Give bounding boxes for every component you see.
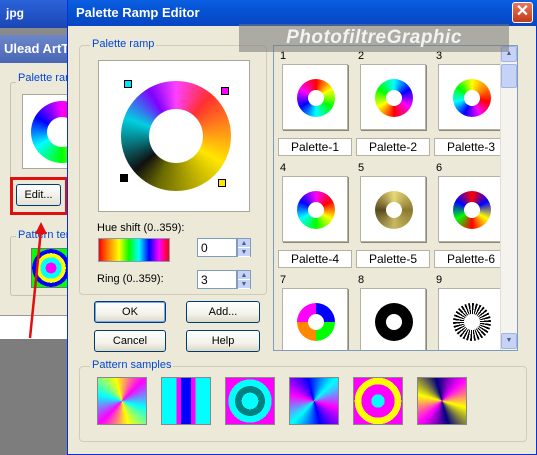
palette-name[interactable]: Palette-2 xyxy=(356,138,430,156)
scroll-down-icon[interactable]: ▼ xyxy=(501,333,517,349)
palette-ring xyxy=(375,303,413,341)
ring-spinner[interactable]: ▲ ▼ xyxy=(237,270,251,289)
spin-down-icon[interactable]: ▼ xyxy=(238,280,250,289)
hue-spectrum-bar xyxy=(98,238,170,262)
pattern-sample-6[interactable] xyxy=(417,377,467,425)
close-icon[interactable]: ✕ xyxy=(512,2,533,23)
palette-ring xyxy=(297,191,335,229)
palette-number: 6 xyxy=(436,162,443,174)
palette-thumbnail xyxy=(282,176,348,242)
palette-ramp-group-label: Palette ramp xyxy=(90,38,157,50)
palette-thumbnail xyxy=(438,64,504,130)
dialog-title: Palette Ramp Editor xyxy=(76,5,200,20)
cancel-button[interactable]: Cancel xyxy=(94,330,166,352)
black-handle[interactable] xyxy=(120,174,128,182)
add-button[interactable]: Add... xyxy=(186,301,260,323)
palette-ring xyxy=(453,303,491,341)
pattern-sample-2[interactable] xyxy=(161,377,211,425)
dialog-title-bar[interactable]: Palette Ramp Editor xyxy=(68,0,537,26)
palette-thumbnail xyxy=(360,288,426,350)
palette-name[interactable]: Palette-4 xyxy=(278,250,352,268)
palette-thumbnail xyxy=(438,288,504,350)
ring-label: Ring (0..359): xyxy=(97,273,164,285)
palette-name[interactable]: Palette-3 xyxy=(434,138,508,156)
watermark: PhotofiltreGraphic xyxy=(239,24,509,52)
palette-number: 4 xyxy=(280,162,287,174)
palette-thumbnail xyxy=(282,288,348,350)
palette-number: 8 xyxy=(358,274,365,286)
palette-ring xyxy=(297,79,335,117)
background-pattern-thumbnail[interactable] xyxy=(31,248,71,288)
yellow-handle[interactable] xyxy=(218,179,226,187)
help-button[interactable]: Help xyxy=(186,330,260,352)
palette-ramp-canvas[interactable] xyxy=(98,60,250,212)
palette-ring xyxy=(375,191,413,229)
palette-grid[interactable]: 1 Palette-1 2 Palette-2 3 Palette-3 4 Pa… xyxy=(273,45,518,351)
palette-ring xyxy=(375,79,413,117)
palette-thumbnail xyxy=(438,176,504,242)
palette-name[interactable]: Palette-1 xyxy=(278,138,352,156)
hue-shift-spinner[interactable]: ▲ ▼ xyxy=(237,238,251,257)
spin-up-icon[interactable]: ▲ xyxy=(238,239,250,248)
pattern-sample-1[interactable] xyxy=(97,377,147,425)
palette-name[interactable]: Palette-5 xyxy=(356,250,430,268)
pattern-samples-label: Pattern samples xyxy=(90,359,174,371)
edit-button[interactable]: Edit... xyxy=(16,184,61,206)
hue-shift-input[interactable] xyxy=(197,238,237,257)
cyan-handle[interactable] xyxy=(124,80,132,88)
palette-number: 5 xyxy=(358,162,365,174)
ring-input[interactable] xyxy=(197,270,237,289)
hue-shift-label: Hue shift (0..359): xyxy=(97,222,185,234)
palette-number: 9 xyxy=(436,274,443,286)
palette-name[interactable]: Palette-6 xyxy=(434,250,508,268)
palette-ramp-ring xyxy=(121,81,231,191)
spin-down-icon[interactable]: ▼ xyxy=(238,248,250,257)
palette-ring xyxy=(297,303,335,341)
palette-ramp-editor-dialog: Palette Ramp Editor ✕ Palette ramp Hue s… xyxy=(67,0,537,455)
palette-thumbnail xyxy=(360,176,426,242)
spin-up-icon[interactable]: ▲ xyxy=(238,271,250,280)
pattern-sample-5[interactable] xyxy=(353,377,403,425)
magenta-handle[interactable] xyxy=(221,87,229,95)
pattern-sample-3[interactable] xyxy=(225,377,275,425)
scroll-thumb[interactable] xyxy=(501,64,517,88)
palette-number: 7 xyxy=(280,274,287,286)
palette-thumbnail xyxy=(360,64,426,130)
palette-ring xyxy=(453,79,491,117)
palette-thumbnail xyxy=(282,64,348,130)
pattern-sample-4[interactable] xyxy=(289,377,339,425)
ok-button[interactable]: OK xyxy=(94,301,166,323)
palette-scrollbar[interactable]: ▲ ▼ xyxy=(500,46,517,350)
palette-ring xyxy=(453,191,491,229)
